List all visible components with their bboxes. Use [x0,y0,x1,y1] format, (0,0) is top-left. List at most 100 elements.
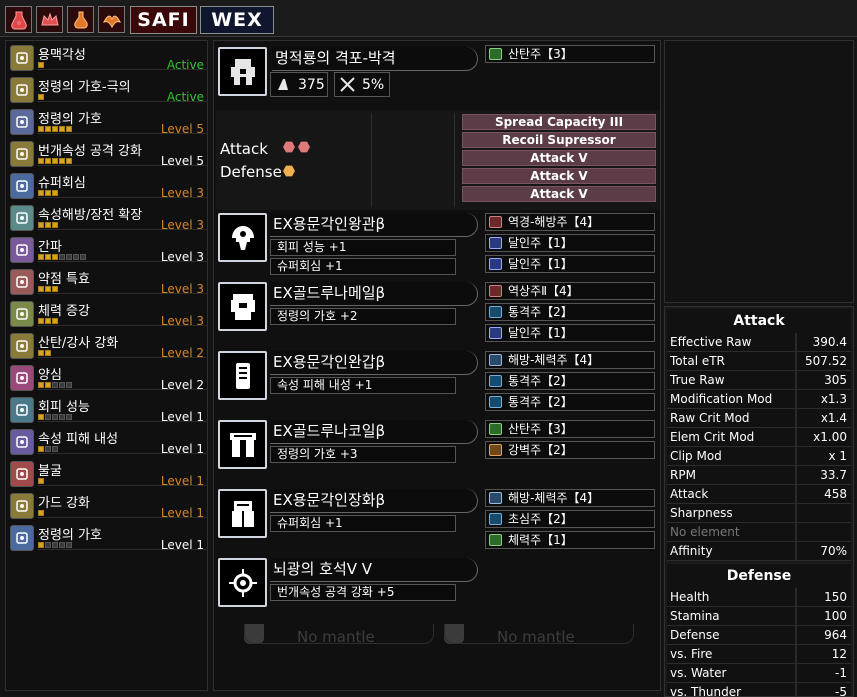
crown-icon[interactable] [36,6,63,33]
deco-slot[interactable]: 체력주【1】 [485,531,655,549]
skill-level: Level 3 [160,282,204,296]
deco-label: 산탄주【3】 [508,422,573,436]
armor-name[interactable]: EX골드루나메일β [270,282,478,306]
attack-stats-table: Effective Raw 390.4 Total eTR 507.52 True Ra… [665,333,853,561]
skill-level: Level 1 [160,506,204,520]
deco-gem-icon [489,327,502,339]
mantle-slot-2[interactable]: No mantle [444,624,634,646]
defense-stats-table: Health 150 Stamina 100 Defense 964 vs. Fire 12 v… [665,588,853,696]
stat-value: 964 [797,626,851,644]
skill-row[interactable]: 양심 Level 2 [8,363,208,393]
skill-icon [10,429,34,455]
arm-icon[interactable] [218,351,267,400]
skill-row[interactable]: 회피 성능 Level 1 [8,395,208,425]
deco-gem-icon [489,444,502,456]
skill-pip [45,542,51,548]
deco-slot[interactable]: 통격주【2】 [485,393,655,411]
deco-slot[interactable]: 통격주【2】 [485,303,655,321]
deco-slot[interactable]: 역경-해방주【4】 [485,213,655,231]
armor-name[interactable]: EX골드루나코일β [270,420,478,444]
skill-row[interactable]: 용맥각성 Active [8,43,208,73]
stat-name: RPM [667,466,797,484]
skill-row[interactable]: 정령의 가호-극의 Active [8,75,208,105]
skill-row[interactable]: 슈퍼회심 Level 3 [8,171,208,201]
armor-name[interactable]: EX용문각인왕관β [270,213,478,237]
divider [371,113,372,207]
skill-row[interactable]: 체력 증강 Level 3 [8,299,208,329]
skill-row[interactable]: 약점 특효 Level 3 [8,267,208,297]
armor-name[interactable]: EX용문각인완갑β [270,351,478,375]
skill-row[interactable]: 정령의 가호 Level 1 [8,523,208,553]
stat-row: Sharpness [667,504,851,523]
weapon-mod[interactable]: Attack V [462,150,656,166]
mantle-slot-1[interactable]: No mantle [244,624,434,646]
leg-icon[interactable] [218,489,267,538]
tag-safi[interactable]: SAFI [130,6,197,34]
skill-level-pips [38,445,58,453]
skill-row[interactable]: 간파 Level 3 [8,235,208,265]
armor-skill: 회피 성능 +1 [270,239,456,256]
weapon-attack-box: 375 [270,72,328,97]
wyvern-icon[interactable] [98,6,125,33]
weapon-mod[interactable]: Attack V [462,186,656,202]
stat-value: x1.3 [797,390,851,408]
skill-pip [45,158,51,164]
skill-row[interactable]: 번개속성 공격 강화 Level 5 [8,139,208,169]
waist-icon[interactable] [218,420,267,469]
weapon-name[interactable]: 명적룡의 격포-박격 [272,47,478,71]
helm-icon[interactable] [218,213,267,262]
deco-slot[interactable]: 달인주【1】 [485,255,655,273]
stat-name: Affinity [667,542,797,560]
skill-row[interactable]: 가드 강화 Level 1 [8,491,208,521]
deco-slot[interactable]: 초심주【2】 [485,510,655,528]
skill-row[interactable]: 속성 피해 내성 Level 1 [8,427,208,457]
skill-level: Level 3 [160,314,204,328]
deco-slot[interactable]: 역상주Ⅱ【4】 [485,282,655,300]
skill-row[interactable]: 정령의 가호 Level 5 [8,107,208,137]
weapon-mod[interactable]: Attack V [462,168,656,184]
stat-name: Defense [667,626,797,644]
chest-icon[interactable] [218,282,267,331]
stat-value: 150 [797,588,851,606]
skill-row[interactable]: 속성해방/장전 확장 Level 3 [8,203,208,233]
deco-slot[interactable]: 달인주【1】 [485,324,655,342]
deco-slot[interactable]: 강벽주【2】 [485,441,655,459]
armor-name[interactable]: EX용문각인장화β [270,489,478,513]
tag-wex[interactable]: WEX [200,6,274,34]
skill-level: Level 3 [160,218,204,232]
skill-level: Level 1 [160,410,204,424]
skill-level: Level 1 [160,538,204,552]
weapon-deco-slot[interactable]: 산탄주【3】 [485,45,655,63]
stat-row: Effective Raw 390.4 [667,333,851,352]
skill-pip [45,382,51,388]
fire-bottle-icon[interactable] [5,6,32,33]
stat-name: Elem Crit Mod [667,428,797,446]
deco-gem-icon [489,492,502,504]
potion-icon[interactable] [67,6,94,33]
skill-row[interactable]: 산탄/강사 강화 Level 2 [8,331,208,361]
deco-slot[interactable]: 달인주【1】 [485,234,655,252]
skill-row[interactable]: 불굴 Level 1 [8,459,208,489]
affinity-icon [340,77,355,92]
stat-value: 458 [797,485,851,503]
skill-pip [52,254,58,260]
stat-name: Effective Raw [667,333,797,351]
skill-level-pips [38,349,51,357]
stat-name: Modification Mod [667,390,797,408]
weapon-mod[interactable]: Spread Capacity III [462,114,656,130]
deco-slot[interactable]: 통격주【2】 [485,372,655,390]
skill-icon [10,237,34,263]
deco-slot[interactable]: 산탄주【3】 [485,420,655,438]
armor-skill: 정령의 가호 +3 [270,446,456,463]
deco-gem-icon [489,285,502,297]
weapon-mod[interactable]: Recoil Supressor [462,132,656,148]
armor-skill: 속성 피해 내성 +1 [270,377,456,394]
skill-level-pips [38,189,58,197]
deco-slot[interactable]: 해방-체력주【4】 [485,351,655,369]
weapon-icon[interactable] [218,47,267,96]
skill-icon [10,365,34,391]
talisman-name[interactable]: 뇌광의 호석Ⅴ Ⅴ [270,558,478,582]
deco-slot[interactable]: 해방-체력주【4】 [485,489,655,507]
skill-list: 용맥각성 Active 정령의 가호-극의 Active 정령의 가호 Level 5 번개… [5,40,208,691]
talisman-icon[interactable] [218,558,267,607]
